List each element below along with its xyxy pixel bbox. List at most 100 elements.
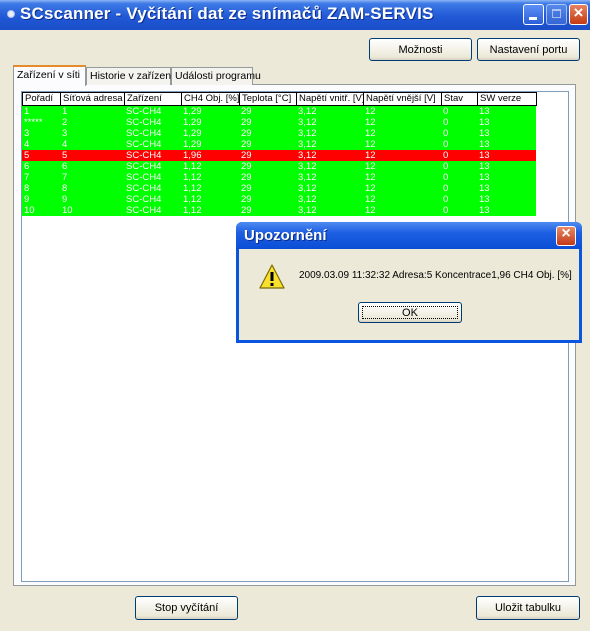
dialog-message: 2009.03.09 11:32:32 Adresa:5 Koncentrace… [299,270,572,281]
table-cell: 1,29 [183,139,202,150]
ok-button[interactable]: OK [358,302,462,323]
window-title: SCscanner - Vyčítání dat ze snímačů ZAM-… [20,4,434,23]
table-row[interactable]: 9 9 SC-CH4 1,12 29 3,12 12 0 13 [22,194,536,205]
table-row[interactable]: 4 4 SC-CH4 1,29 29 3,12 12 0 13 [22,139,536,150]
table-cell: 29 [241,150,252,161]
table-row[interactable]: ***** 2 SC-CH4 1,29 29 3,12 12 0 13 [22,117,536,128]
table-cell: 0 [443,183,449,194]
column-header[interactable]: SW verze [477,92,537,106]
table-cell: 3,12 [298,205,317,216]
table-cell: SC-CH4 [126,194,162,205]
table-cell: 12 [365,106,376,117]
table-cell: 3,12 [298,183,317,194]
stop-reading-button[interactable]: Stop vyčítání [135,596,238,620]
table-cell: SC-CH4 [126,150,162,161]
column-header[interactable]: Teplota [°C] [239,92,297,106]
table-cell: 12 [365,205,376,216]
column-header[interactable]: Zařízení [124,92,182,106]
table-cell: 29 [241,106,252,117]
table-cell: 12 [365,183,376,194]
table-cell: 13 [479,106,490,117]
minimize-button[interactable] [523,4,544,25]
table-cell: 1,96 [183,150,202,161]
table-cell: 1 [62,106,68,117]
stop-reading-button-label: Stop vyčítání [154,602,219,614]
table-cell: 7 [24,172,30,183]
column-header[interactable]: Napětí vnitř. [V] [296,92,364,106]
column-header[interactable]: Síťová adresa [60,92,125,106]
tab-label: Události programu [175,70,261,82]
table-cell: 13 [479,128,490,139]
table-cell: 0 [443,161,449,172]
table-cell: 10 [62,205,73,216]
save-table-button-label: Uložit tabulku [494,602,562,614]
table-cell: 1,12 [183,194,202,205]
tab-program-events[interactable]: Události programu [171,67,261,85]
close-icon: × [573,3,584,22]
table-cell: 13 [479,117,490,128]
table-cell: 12 [365,150,376,161]
table-cell: 4 [62,139,68,150]
dialog-title-bar[interactable]: Upozornění × [236,222,582,249]
table-cell: 13 [479,194,490,205]
close-button[interactable]: × [569,3,588,25]
column-header[interactable]: CH4 Obj. [%] [181,92,240,106]
table-cell: 0 [443,106,449,117]
port-settings-button-label: Nastavení portu [489,43,568,56]
table-row[interactable]: 3 3 SC-CH4 1,29 29 3,12 12 0 13 [22,128,536,139]
options-button[interactable]: Možnosti [369,38,472,61]
table-cell: ***** [24,117,43,128]
table-cell: 9 [62,194,68,205]
column-header[interactable]: Napětí vnější [V] [363,92,442,106]
table-cell: 29 [241,128,252,139]
table-cell: SC-CH4 [126,106,162,117]
table-cell: 3,12 [298,172,317,183]
table-cell: 29 [241,172,252,183]
table-row[interactable]: 8 8 SC-CH4 1,12 29 3,12 12 0 13 [22,183,536,194]
column-header[interactable]: Pořadí [22,92,61,106]
table-cell: 13 [479,139,490,150]
table-row[interactable]: 7 7 SC-CH4 1,12 29 3,12 12 0 13 [22,172,536,183]
table-cell: 13 [479,150,490,161]
table-cell: 1,29 [183,106,202,117]
table-cell: 13 [479,205,490,216]
dialog-close-button[interactable]: × [556,225,576,246]
table-cell: SC-CH4 [126,139,162,150]
options-button-label: Možnosti [398,43,443,56]
app-icon [7,10,15,18]
table-cell: 29 [241,117,252,128]
table-row[interactable]: 6 6 SC-CH4 1,12 29 3,12 12 0 13 [22,161,536,172]
table-cell: SC-CH4 [126,128,162,139]
tab-devices-in-network[interactable]: Zařízení v síti [13,65,86,86]
save-table-button[interactable]: Uložit tabulku [476,596,580,620]
table-cell: 8 [62,183,68,194]
table-cell: 29 [241,183,252,194]
table-row[interactable]: 5 5 SC-CH4 1,96 29 3,12 12 0 13 [22,150,536,161]
table-cell: 0 [443,117,449,128]
dialog-title: Upozornění [244,227,327,244]
table-cell: 0 [443,139,449,150]
table-cell: 1,12 [183,161,202,172]
table-cell: 29 [241,161,252,172]
table-cell: 3 [24,128,30,139]
table-row[interactable]: 1 1 SC-CH4 1,29 29 3,12 12 0 13 [22,106,536,117]
column-header[interactable]: Stav [441,92,478,106]
table-cell: SC-CH4 [126,161,162,172]
maximize-icon [552,9,561,18]
port-settings-button[interactable]: Nastavení portu [477,38,580,61]
table-cell: 3,12 [298,194,317,205]
table-cell: 2 [62,117,68,128]
table-cell: 29 [241,205,252,216]
table-cell: 0 [443,194,449,205]
maximize-button[interactable] [546,4,567,25]
title-bar[interactable]: SCscanner - Vyčítání dat ze snímačů ZAM-… [0,0,590,30]
table-cell: 3,12 [298,106,317,117]
table-cell: 1,12 [183,205,202,216]
table-cell: 8 [24,183,30,194]
table-cell: 3,12 [298,128,317,139]
tab-device-history[interactable]: Historie v zařízení [86,67,174,85]
table-cell: 0 [443,128,449,139]
table-cell: 0 [443,205,449,216]
table-row[interactable]: 10 10 SC-CH4 1,12 29 3,12 12 0 13 [22,205,536,216]
table-cell: 29 [241,194,252,205]
